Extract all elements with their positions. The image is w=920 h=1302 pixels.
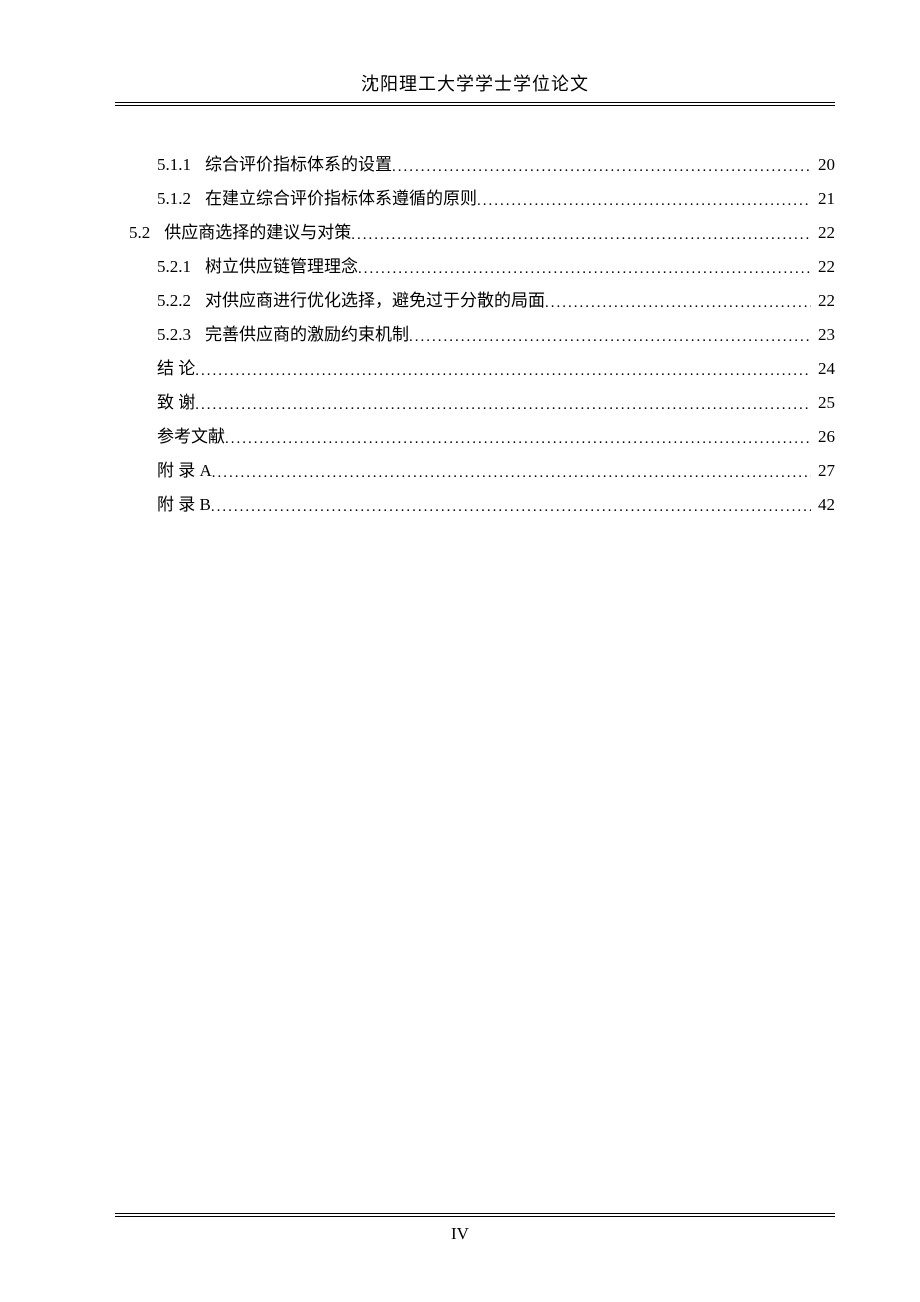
toc-row: 5.2.1 树立供应链管理理念 22 [115,250,835,284]
toc-number: 5.2.2 [157,284,191,318]
toc-title: 在建立综合评价指标体系遵循的原则 [205,182,477,216]
toc-row: 5.1.1 综合评价指标体系的设置 20 [115,148,835,182]
toc-page: 24 [811,352,835,386]
toc-title: 结 论 [157,352,195,386]
toc-title: 致 谢 [157,386,195,420]
toc-leader [409,322,811,352]
toc-page: 27 [811,454,835,488]
page-container: 沈阳理工大学学士学位论文 5.1.1 综合评价指标体系的设置 20 5.1.2 在建立综… [115,70,835,1242]
toc-leader [195,356,811,386]
toc-number: 5.2 [129,216,150,250]
footer-rule [115,1213,835,1217]
toc-row: 致 谢 25 [115,386,835,420]
table-of-contents: 5.1.1 综合评价指标体系的设置 20 5.1.2 在建立综合评价指标体系遵循的原则 2… [115,148,835,522]
toc-page: 21 [811,182,835,216]
toc-title: 附 录 B [157,488,211,522]
toc-leader [351,220,811,250]
toc-number: 5.2.1 [157,250,191,284]
toc-leader [195,390,811,420]
toc-row: 5.2 供应商选择的建议与对策 22 [115,216,835,250]
toc-title: 附 录 A [157,454,212,488]
toc-title: 综合评价指标体系的设置 [205,148,392,182]
toc-title: 参考文献 [157,420,225,454]
toc-title: 完善供应商的激励约束机制 [205,318,409,352]
toc-leader [545,288,811,318]
toc-page: 22 [811,216,835,250]
toc-number: 5.2.3 [157,318,191,352]
toc-row: 附 录 B 42 [115,488,835,522]
toc-title: 供应商选择的建议与对策 [164,216,351,250]
toc-leader [225,424,811,454]
toc-leader [211,492,811,522]
toc-row: 附 录 A 27 [115,454,835,488]
toc-page: 22 [811,250,835,284]
toc-row: 5.2.2 对供应商进行优化选择，避免过于分散的局面 22 [115,284,835,318]
toc-title: 对供应商进行优化选择，避免过于分散的局面 [205,284,545,318]
toc-leader [392,152,811,182]
toc-page: 23 [811,318,835,352]
toc-row: 5.2.3 完善供应商的激励约束机制 23 [115,318,835,352]
toc-title: 树立供应链管理理念 [205,250,358,284]
toc-number: 5.1.1 [157,148,191,182]
toc-row: 结 论 24 [115,352,835,386]
toc-row: 5.1.2 在建立综合评价指标体系遵循的原则 21 [115,182,835,216]
toc-leader [212,458,811,488]
page-header: 沈阳理工大学学士学位论文 [115,70,835,102]
toc-page: 26 [811,420,835,454]
toc-page: 42 [811,488,835,522]
header-rule [115,102,835,106]
toc-page: 25 [811,386,835,420]
toc-leader [477,186,811,216]
toc-leader [358,254,811,284]
toc-row: 参考文献 26 [115,420,835,454]
toc-page: 22 [811,284,835,318]
toc-number: 5.1.2 [157,182,191,216]
toc-page: 20 [811,148,835,182]
page-number: IV [0,1224,920,1244]
